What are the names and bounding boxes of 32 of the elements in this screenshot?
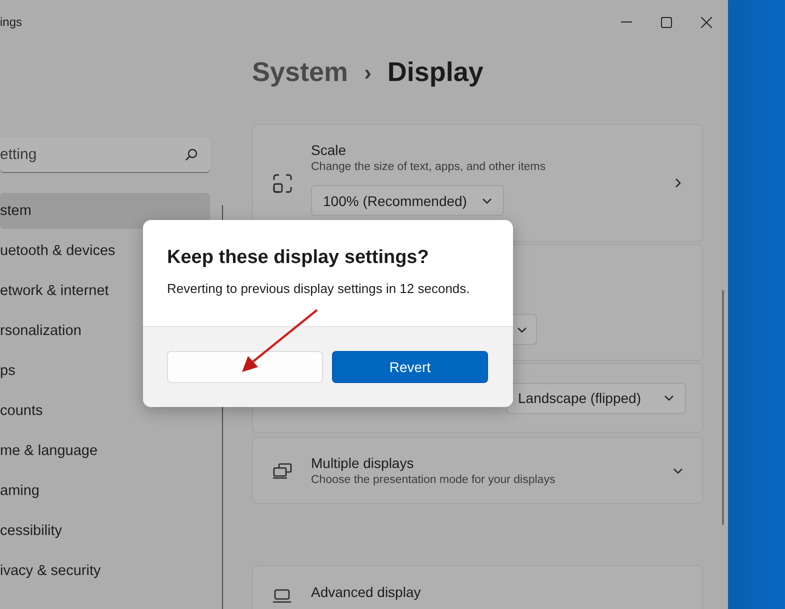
setting-card[interactable]: Advanced display xyxy=(252,565,703,609)
laptop-icon xyxy=(272,588,292,604)
minimize-icon[interactable] xyxy=(621,21,632,23)
dropdown[interactable]: 100% (Recommended) xyxy=(311,185,504,216)
setting-title: Scale xyxy=(311,142,348,158)
nav-item[interactable]: ivacy & security xyxy=(0,553,210,589)
dropdown[interactable]: Landscape (flipped) xyxy=(506,382,686,414)
scale-icon xyxy=(272,174,292,192)
dialog-title: Keep these display settings? xyxy=(167,247,430,269)
nav-item[interactable]: stem xyxy=(0,193,210,229)
setting-card[interactable]: Multiple displays Choose the presentation mode for your displays xyxy=(252,437,703,504)
revert-button[interactable]: Revert xyxy=(332,351,488,383)
window-title: ings xyxy=(0,15,22,29)
nav-item[interactable]: cessibility xyxy=(0,513,210,549)
page-title: Display xyxy=(387,57,484,88)
nav-item[interactable]: counts xyxy=(0,393,210,429)
setting-description: Change the size of text, apps, and other items xyxy=(311,161,547,173)
maximize-icon[interactable] xyxy=(661,16,672,28)
setting-title: Advanced display xyxy=(311,584,421,600)
scrollbar-thumb[interactable] xyxy=(722,290,724,525)
setting-title: Multiple displays xyxy=(311,455,415,471)
close-icon[interactable] xyxy=(701,16,712,28)
setting-description: Choose the presentation mode for your displays xyxy=(311,474,556,486)
monitors-icon xyxy=(272,462,292,478)
breadcrumb-separator: › xyxy=(364,60,372,86)
breadcrumb-parent[interactable]: System xyxy=(252,57,348,88)
search-icon xyxy=(185,148,198,161)
search-field[interactable]: etting xyxy=(0,137,210,173)
blank-button[interactable] xyxy=(167,351,323,383)
nav-item[interactable]: aming xyxy=(0,473,210,509)
dialog-message: Reverting to previous display settings in 12 seconds. xyxy=(167,281,471,296)
nav-item[interactable]: me & language xyxy=(0,433,210,469)
